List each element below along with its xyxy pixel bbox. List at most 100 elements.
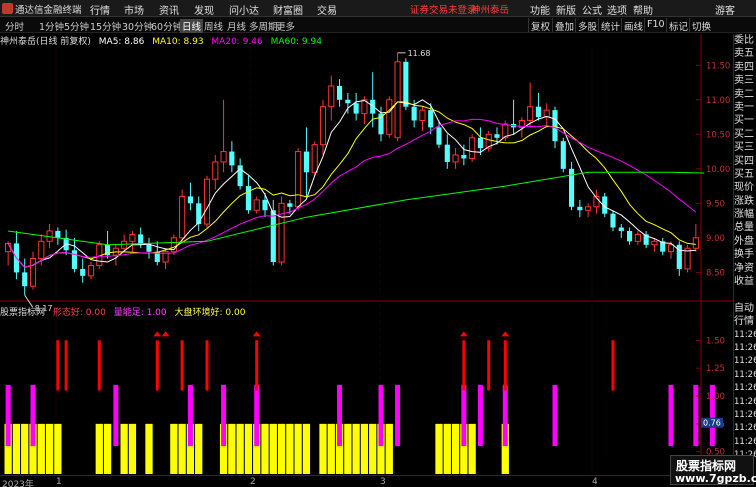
price-axis-label: 10.00 [706,165,730,175]
side-label[interactable]: 外盘 [734,235,756,248]
price-axis-label: 9.50 [706,199,725,209]
xingtai-bar [462,340,466,391]
candle-body-up [692,237,699,249]
dapan-bar [302,423,311,474]
candle-body-down [494,134,500,138]
dapan-bar [21,423,29,474]
candle-body-down [436,127,442,145]
candle-body-up [469,137,476,159]
side-label[interactable]: 买二 [734,128,756,141]
ind-axis-label: 1.25 [706,364,725,374]
ma60-line [8,171,705,246]
side-label[interactable]: 卖五 [734,47,756,60]
side-label[interactable]: 总量 [734,221,756,234]
candle-body-down [428,110,434,128]
date-label-apr: 4 [592,477,598,487]
liangneng-bar [5,384,11,447]
candle-body-down [411,106,417,121]
candle-body-down [337,85,343,100]
dapan-bar [95,423,103,474]
price-axis-label: 11.50 [706,61,730,71]
dapan-bar [286,423,294,474]
side-label[interactable]: 委比 [734,34,756,47]
side-label[interactable]: 涨幅 [734,208,756,221]
ma5-line [7,99,696,268]
side-label[interactable]: 卖三 [734,74,756,87]
dapan-bar [145,423,153,474]
dapan-bar [120,423,128,474]
candle-body-up [634,233,641,242]
candle-body-down [262,199,268,211]
candle-body-up [295,151,302,208]
candle-body-down [378,113,384,135]
side-label[interactable]: 行情 [734,315,756,328]
dapan-bar [12,423,21,474]
candle-body-up [203,178,211,225]
side-label[interactable]: 买三 [734,141,756,154]
candle-body-down [270,210,276,263]
xingtai-bar [487,340,491,391]
dapan-bar [294,423,302,474]
tick-time: 11:26 [734,423,756,434]
quote-side-panel: 委比 卖五 卖四 卖三 卖二 卖一 买一 买二 买三 买四 买五 现价 涨跌 涨幅 总量 外盘 换手 净资 收益自动… [733,34,756,474]
dapan-bar [170,423,178,474]
candle-body-up [527,106,534,121]
date-label-feb: 2 [250,477,256,487]
dapan-bar [103,423,112,474]
candle-body-up [667,244,675,253]
candle-body-up [179,195,186,239]
liangneng-bar [693,384,699,447]
date-label-mar: 3 [380,477,386,487]
candle-body-up [129,233,136,242]
price-axis-label: 8.50 [706,268,725,278]
liangneng-bar [477,384,483,447]
liangneng-bar [378,384,384,447]
signal-arrow [252,331,261,337]
candle-body-up [38,240,45,260]
liangneng-bar [254,384,260,447]
dapan-bar [195,423,203,474]
liangneng-bar [552,384,558,447]
ind-axis-label: 1.50 [706,336,725,346]
dapan-value: 大盘环境好: 0.00 [174,308,246,318]
side-label[interactable]: 买五 [734,168,756,181]
side-label[interactable] [734,288,756,301]
chart-canvas[interactable]: 11.688.17 11.5011.0010.5010.009.509.008.… [0,0,733,487]
side-label[interactable]: 买一 [734,114,756,127]
indicator-name[interactable]: 股票指标网 [0,308,45,318]
candle-body-down [552,110,558,142]
dapan-bar [360,423,369,474]
side-label[interactable]: 涨跌 [734,195,756,208]
xingtai-bar [180,340,184,391]
candle-body-down [55,230,61,238]
side-label[interactable]: 换手 [734,248,756,261]
tick-time: 11:26 [734,383,756,394]
candle-body-up [419,109,426,121]
side-label[interactable]: 卖二 [734,88,756,101]
dapan-bar [228,423,236,474]
side-label[interactable]: 自动 [734,302,756,315]
dapan-bar [369,423,377,474]
candle-body-down [187,196,193,204]
candle-body-down [370,99,376,114]
indicator-header: 股票指标网 形态好: 0.00 量能足: 1.00 大盘环境好: 0.00 [0,305,250,318]
tick-time: 11:26 [734,409,756,420]
candle-body-up [278,202,285,263]
dapan-bar [261,423,269,474]
dapan-bar [178,423,186,474]
candle-body-down [577,206,583,211]
ma10-line [7,101,696,268]
dapan-bar [269,423,277,474]
dapan-bar [435,423,443,474]
candle-body-up [328,85,335,108]
dapan-bar [344,423,352,474]
candle-body-down [71,250,77,269]
side-label[interactable]: 净资 [734,262,756,275]
dapan-bar [45,423,54,474]
side-label[interactable]: 收益 [734,275,756,288]
side-label[interactable]: 现价 [734,181,756,194]
side-label[interactable]: 卖一 [734,101,756,114]
side-label[interactable]: 买四 [734,155,756,168]
side-label[interactable]: 卖四 [734,61,756,74]
candle-body-down [477,137,483,149]
